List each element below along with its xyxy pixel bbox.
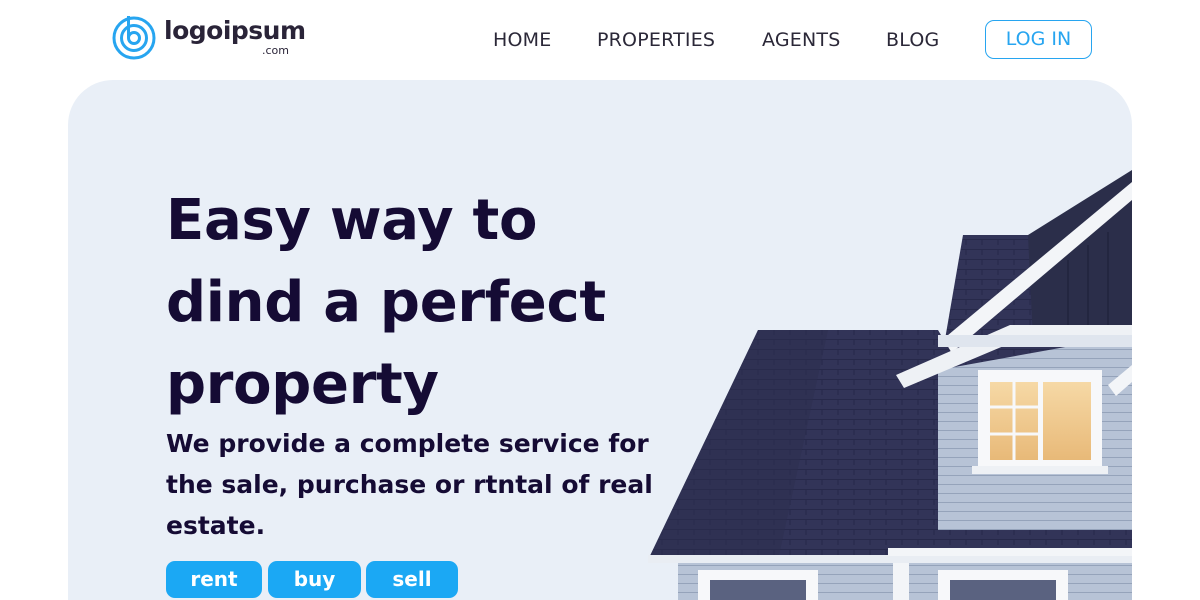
rent-button[interactable]: rent — [166, 561, 262, 598]
site-header: logoipsum .com HOME PROPERTIES AGENTS BL… — [0, 0, 1200, 80]
nav-item-home[interactable]: HOME — [493, 27, 551, 53]
brand-suffix: .com — [262, 44, 289, 57]
nav-item-agents[interactable]: AGENTS — [762, 27, 840, 53]
headline-line: dind a perfect — [166, 270, 606, 335]
headline-line: property — [166, 352, 439, 417]
sell-button[interactable]: sell — [366, 561, 458, 598]
hero-headline: Easy way to dind a perfect property — [166, 180, 626, 426]
brand-name: logoipsum — [164, 16, 306, 45]
house-photo — [648, 170, 1132, 600]
nav-item-blog[interactable]: BLOG — [886, 27, 939, 53]
buy-button[interactable]: buy — [268, 561, 361, 598]
hero-section: Easy way to dind a perfect property We p… — [68, 80, 1132, 600]
brand-logo[interactable]: logoipsum .com — [110, 12, 310, 60]
headline-line: Easy way to — [166, 188, 538, 253]
hero-subtext: We provide a complete service for the sa… — [166, 429, 653, 540]
logo-icon — [112, 14, 156, 60]
login-button[interactable]: LOG IN — [985, 20, 1092, 59]
nav-item-properties[interactable]: PROPERTIES — [597, 27, 715, 53]
